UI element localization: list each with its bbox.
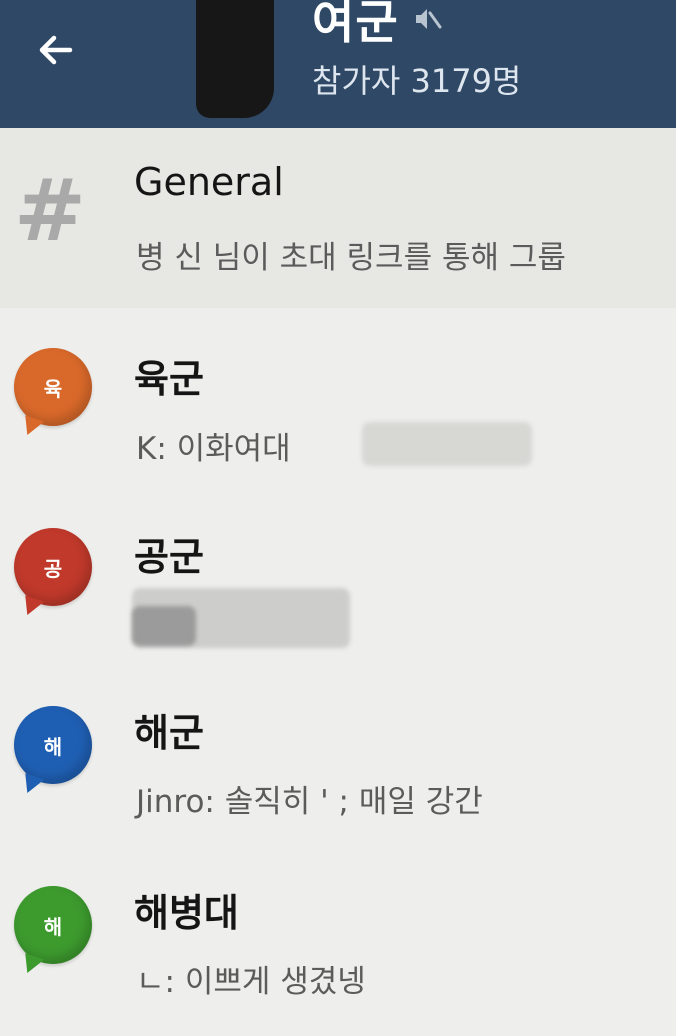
- participant-count: 참가자 3179명: [312, 62, 522, 100]
- chat-icon-label: 육: [43, 376, 63, 401]
- hash-icon: #: [14, 161, 87, 261]
- back-button[interactable]: [28, 22, 84, 78]
- chat-icon-label: 해: [43, 734, 63, 759]
- chat-preview: K: 이화여대: [136, 431, 291, 467]
- group-title[interactable]: 여군: [312, 0, 399, 52]
- chat-preview: Jinro: 솔직히 ' ; 매일 강간: [136, 784, 483, 820]
- chat-row-marines[interactable]: 해 해병대 ㄴ: 이쁘게 생겼넹: [0, 856, 676, 1036]
- redaction: [132, 606, 196, 646]
- chat-title: General: [134, 160, 284, 204]
- chat-title: 육군: [134, 357, 204, 401]
- chat-icon-label: 공: [43, 556, 63, 581]
- group-avatar[interactable]: [196, 0, 274, 118]
- chat-title: 공군: [134, 535, 204, 579]
- chat-icon-label: 해: [43, 914, 63, 939]
- chat-preview: 병 신 님이 초대 링크를 통해 그룹: [136, 240, 566, 276]
- chat-title: 해병대: [134, 891, 239, 935]
- chat-row-army[interactable]: 육 육군 K: 이화여대: [0, 318, 676, 498]
- redaction: [362, 422, 532, 466]
- chat-row-general[interactable]: # General 병 신 님이 초대 링크를 통해 그룹: [0, 128, 676, 308]
- chat-bubble-icon: 해: [14, 886, 92, 964]
- chat-row-navy[interactable]: 해 해군 Jinro: 솔직히 ' ; 매일 강간: [0, 676, 676, 856]
- chat-preview: ㄴ: 이쁘게 생겼넹: [136, 964, 366, 1000]
- muted-icon: [416, 9, 442, 29]
- chat-header: 여군 참가자 3179명: [0, 0, 676, 128]
- arrow-left-icon: [39, 35, 73, 65]
- chat-bubble-icon: 공: [14, 528, 92, 606]
- chat-bubble-icon: 육: [14, 348, 92, 426]
- chat-row-airforce[interactable]: 공 공군: [0, 496, 676, 676]
- chat-bubble-icon: 해: [14, 706, 92, 784]
- chat-title: 해군: [134, 711, 204, 755]
